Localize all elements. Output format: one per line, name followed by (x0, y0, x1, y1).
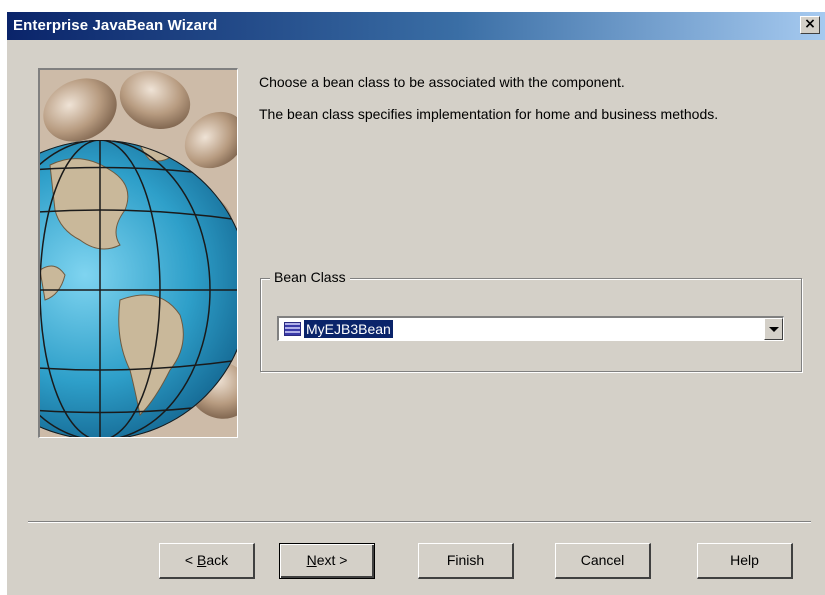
bean-class-selected-value: MyEJB3Bean (304, 320, 393, 338)
next-button-mnemonic: N (306, 552, 317, 568)
close-button[interactable]: × (800, 16, 820, 34)
close-icon: × (804, 16, 816, 32)
window-title: Enterprise JavaBean Wizard (13, 17, 218, 34)
bean-class-combobox[interactable]: MyEJB3Bean (277, 316, 784, 341)
help-button-label: Help (730, 552, 759, 568)
dropdown-arrow-button[interactable] (764, 318, 783, 340)
back-button[interactable]: < Back (159, 543, 255, 579)
next-button[interactable]: Next > (279, 543, 375, 579)
instruction-line-1: Choose a bean class to be associated wit… (259, 74, 625, 90)
cancel-button[interactable]: Cancel (555, 543, 651, 579)
title-bar[interactable]: Enterprise JavaBean Wizard × (7, 12, 825, 40)
wizard-artwork (38, 68, 238, 438)
button-separator (28, 521, 811, 523)
bean-class-label: Bean Class (270, 269, 350, 285)
back-button-mnemonic: B (196, 552, 207, 568)
cancel-button-label: Cancel (580, 552, 625, 568)
back-button-prefix: < (184, 552, 197, 568)
next-button-label: ext > (316, 552, 348, 568)
wizard-instructions: Choose a bean class to be associated wit… (259, 74, 779, 138)
back-button-label: ack (206, 552, 229, 568)
globe-coffee-image (40, 70, 237, 437)
class-icon (284, 322, 301, 336)
finish-button[interactable]: Finish (418, 543, 514, 579)
finish-button-label: Finish (446, 552, 485, 568)
bean-class-group: Bean Class MyEJB3Bean (260, 269, 802, 372)
instruction-line-2: The bean class specifies implementation … (259, 106, 719, 122)
help-button[interactable]: Help (697, 543, 793, 579)
wizard-dialog: Enterprise JavaBean Wizard × Choose a be… (7, 12, 825, 595)
